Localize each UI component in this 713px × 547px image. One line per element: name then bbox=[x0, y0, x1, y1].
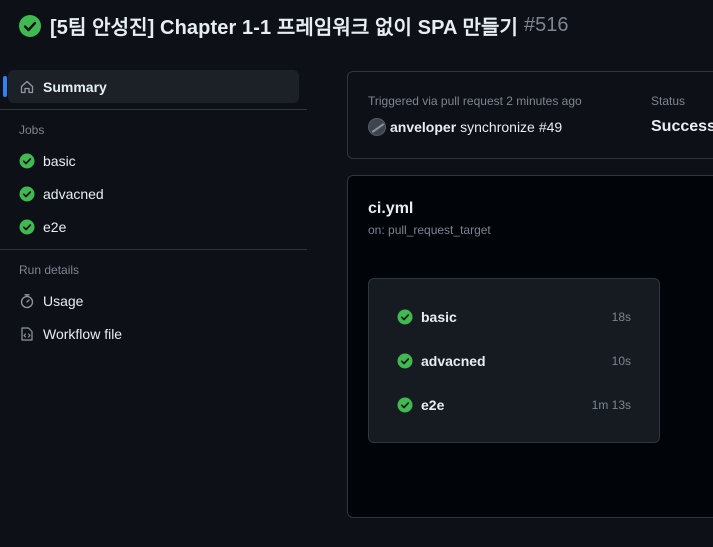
run-header: [5팀 안성진] Chapter 1-1 프레임워크 없이 SPA 만들기 #5… bbox=[18, 11, 569, 40]
success-check-icon bbox=[19, 14, 41, 37]
success-check-icon bbox=[19, 186, 35, 201]
stopwatch-icon bbox=[20, 293, 34, 308]
sidebar-divider bbox=[0, 109, 307, 110]
job-name: basic bbox=[421, 309, 457, 325]
sidebar-item-label: basic bbox=[43, 152, 76, 169]
status-value: Success bbox=[651, 118, 713, 135]
run-summary-card: Triggered via pull request 2 minutes ago… bbox=[347, 71, 713, 159]
file-code-icon bbox=[21, 326, 33, 341]
job-name: e2e bbox=[421, 397, 445, 413]
job-node-advacned[interactable]: advacned 10s bbox=[369, 349, 659, 373]
trigger-details: anveloper synchronize #49 bbox=[368, 118, 562, 136]
workflow-trigger: on: pull_request_target bbox=[368, 223, 491, 237]
status-label: Status bbox=[651, 94, 686, 108]
job-duration: 1m 13s bbox=[591, 398, 631, 412]
jobs-heading: Jobs bbox=[19, 123, 45, 137]
sidebar-divider bbox=[0, 249, 307, 250]
sidebar-item-usage[interactable]: Usage bbox=[0, 284, 308, 317]
job-name: advacned bbox=[421, 353, 486, 369]
success-check-icon bbox=[397, 353, 413, 369]
sidebar-item-workflow-file[interactable]: Workflow file bbox=[0, 317, 308, 350]
workflow-jobs-group: basic 18s advacned 10s e2e 1m 13s bbox=[368, 278, 660, 443]
success-check-icon bbox=[397, 309, 413, 325]
sidebar-item-job-basic[interactable]: basic bbox=[0, 144, 308, 177]
avatar[interactable] bbox=[368, 118, 386, 136]
sidebar-item-label: Summary bbox=[43, 78, 107, 95]
run-sidebar: Summary Jobs basic advacned e2e Run deta… bbox=[0, 70, 308, 350]
sidebar-item-summary[interactable]: Summary bbox=[3, 70, 299, 103]
actor-link[interactable]: anveloper bbox=[390, 119, 456, 135]
workflow-name[interactable]: ci.yml bbox=[368, 200, 413, 218]
job-node-basic[interactable]: basic 18s bbox=[369, 305, 659, 329]
trigger-text: Triggered via pull request 2 minutes ago bbox=[368, 94, 582, 108]
job-duration: 10s bbox=[611, 354, 631, 368]
sidebar-item-job-e2e[interactable]: e2e bbox=[0, 210, 308, 243]
success-check-icon bbox=[19, 153, 35, 168]
sidebar-item-label: advacned bbox=[43, 185, 104, 202]
workflow-graph-card: ci.yml on: pull_request_target basic 18s… bbox=[347, 175, 713, 518]
success-check-icon bbox=[19, 219, 35, 234]
run-title: [5팀 안성진] Chapter 1-1 프레임워크 없이 SPA 만들기 bbox=[50, 17, 519, 39]
sidebar-item-label: e2e bbox=[43, 218, 67, 235]
pr-link[interactable]: #49 bbox=[539, 119, 562, 135]
workflow-run-page: [5팀 안성진] Chapter 1-1 프레임워크 없이 SPA 만들기 #5… bbox=[0, 0, 713, 547]
sidebar-item-label: Workflow file bbox=[43, 325, 123, 342]
job-node-e2e[interactable]: e2e 1m 13s bbox=[369, 393, 659, 417]
run-details-heading: Run details bbox=[19, 263, 80, 277]
job-duration: 18s bbox=[611, 310, 631, 324]
run-number: #516 bbox=[524, 14, 569, 36]
sidebar-item-job-advacned[interactable]: advacned bbox=[0, 177, 308, 210]
success-check-icon bbox=[397, 397, 413, 413]
sidebar-item-label: Usage bbox=[43, 292, 84, 309]
event-text: synchronize bbox=[460, 119, 535, 135]
home-icon bbox=[20, 80, 34, 93]
